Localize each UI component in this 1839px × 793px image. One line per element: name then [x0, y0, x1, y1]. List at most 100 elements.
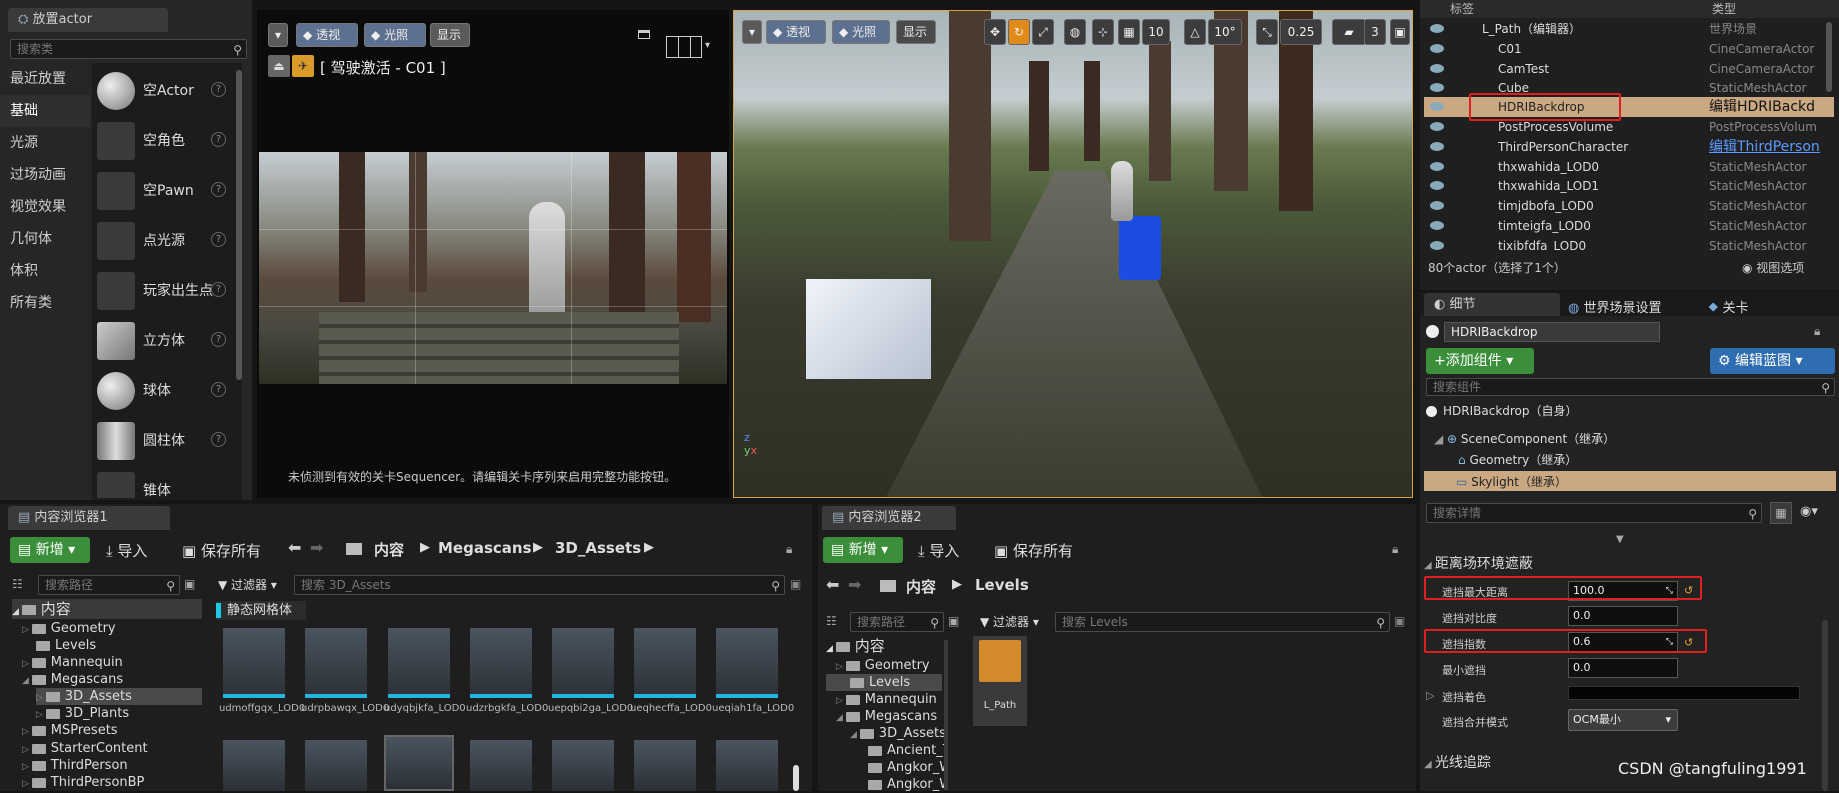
- col-type-header[interactable]: 类型: [1712, 0, 1736, 17]
- asset-thumbnail[interactable]: [552, 740, 614, 791]
- expand-arrow-icon[interactable]: ◢: [850, 730, 860, 740]
- outliner-row[interactable]: thxwahida_LOD1 StaticMeshActor: [1424, 176, 1834, 196]
- layout-grid-icon[interactable]: [666, 36, 702, 58]
- cb2-save-search-icon[interactable]: ▣: [1394, 614, 1405, 628]
- cb2-tree-item-selected[interactable]: Levels: [826, 674, 942, 691]
- category-cinematic[interactable]: 过场动画: [0, 159, 90, 191]
- expand-arrow-icon[interactable]: ▷: [22, 625, 32, 635]
- main-perspective-button[interactable]: ◆ 透视: [766, 20, 826, 44]
- asset-thumbnail[interactable]: [223, 628, 285, 698]
- tab-details[interactable]: ◐ 细节: [1424, 293, 1560, 316]
- rotate-tool-icon[interactable]: ↻: [1008, 19, 1030, 45]
- place-search-input[interactable]: 搜索类 ⚲: [10, 39, 247, 59]
- lock-icon[interactable]: 🔒︎: [1814, 324, 1820, 339]
- cb1-path-save-icon[interactable]: ▣: [184, 577, 195, 591]
- outliner-row[interactable]: timjdbofa_LOD0 StaticMeshActor: [1424, 196, 1834, 216]
- cb1-tree-item[interactable]: ▷ StarterContent: [22, 740, 148, 757]
- scale-snap-icon[interactable]: ⤡: [1256, 19, 1278, 45]
- category-basic[interactable]: 基础: [0, 95, 90, 127]
- tab-place-actors[interactable]: ⛭ 放置actor: [8, 8, 168, 32]
- search-details-input[interactable]: 搜索详情 ⚲: [1426, 503, 1762, 523]
- asset-thumbnail[interactable]: [388, 628, 450, 698]
- cb1-back-icon[interactable]: ⬅: [288, 538, 301, 557]
- cb1-crumb[interactable]: Megascans: [438, 539, 532, 557]
- move-tool-icon[interactable]: ✥: [984, 19, 1006, 45]
- lit-button[interactable]: ◆ 光照: [364, 23, 426, 47]
- world-space-icon[interactable]: ◍: [1064, 19, 1086, 45]
- camera-speed-icon[interactable]: ▰: [1332, 19, 1366, 45]
- property-matrix-icon[interactable]: ▦: [1770, 502, 1792, 524]
- asset-thumbnail[interactable]: [634, 740, 696, 791]
- expand-arrow-icon[interactable]: ▷: [22, 762, 32, 772]
- outliner-row[interactable]: ThirdPersonCharacter 编辑ThirdPerson: [1424, 137, 1834, 157]
- details-scrollbar[interactable]: [1822, 620, 1828, 791]
- visibility-eye-icon[interactable]: [1430, 122, 1444, 131]
- cb1-filter-button[interactable]: ▼ 过滤器 ▾: [218, 576, 277, 593]
- asset-thumbnail[interactable]: [470, 628, 532, 698]
- place-item-sphere[interactable]: 球体?: [95, 368, 235, 412]
- cb1-tree-item[interactable]: ▷ ThirdPersonBP: [22, 774, 144, 791]
- help-icon[interactable]: ?: [211, 332, 226, 347]
- combine-mode-select[interactable]: OCM最小 ▾: [1568, 709, 1678, 731]
- visibility-eye-icon[interactable]: [1430, 64, 1444, 73]
- category-all-classes[interactable]: 所有类: [0, 287, 90, 319]
- cb2-tree-item[interactable]: Ancient_T: [868, 742, 948, 759]
- expand-arrow-icon[interactable]: ◢: [836, 713, 846, 723]
- cb2-path-save-icon[interactable]: ▣: [948, 614, 959, 628]
- perspective-button[interactable]: ◆ 透视: [296, 23, 358, 47]
- cb1-import-button[interactable]: ⤓ 导入: [106, 540, 147, 561]
- expand-arrow-icon[interactable]: ◢: [1434, 432, 1447, 446]
- visibility-eye-icon[interactable]: [1430, 102, 1444, 111]
- outliner-row[interactable]: tixibfdfa_LOD0 StaticMeshActor: [1424, 236, 1834, 251]
- place-item-empty-actor[interactable]: 空Actor?: [95, 68, 235, 112]
- visibility-eye-icon[interactable]: [1430, 201, 1444, 210]
- cb1-forward-icon[interactable]: ➡: [310, 538, 323, 557]
- cb2-crumb[interactable]: 内容: [906, 576, 936, 597]
- cb2-forward-icon[interactable]: ➡: [848, 575, 861, 594]
- visibility-eye-icon[interactable]: [1430, 162, 1444, 171]
- layout-dropdown-icon[interactable]: ▾: [705, 40, 710, 51]
- main-viewport[interactable]: z yx: [733, 10, 1413, 498]
- cb1-tree-item-selected[interactable]: ▷ 3D_Assets: [36, 688, 202, 705]
- help-icon[interactable]: ?: [211, 282, 226, 297]
- asset-thumbnail[interactable]: [223, 740, 285, 791]
- level-asset-tile[interactable]: L_Path: [973, 636, 1027, 726]
- collapse-arrow-icon[interactable]: ▼: [1616, 534, 1624, 545]
- tint-color-swatch[interactable]: [1568, 686, 1800, 700]
- main-lit-button[interactable]: ◆ 光照: [832, 20, 890, 44]
- maximize-viewport-icon[interactable]: ▣: [1390, 19, 1410, 45]
- place-item-cube[interactable]: 立方体?: [95, 318, 235, 362]
- cb1-tree-item[interactable]: ◢ Megascans: [22, 671, 123, 688]
- cb1-asset-scrollbar[interactable]: [793, 765, 799, 791]
- cb1-save-all-button[interactable]: ▣ 保存所有: [182, 540, 261, 561]
- scale-tool-icon[interactable]: ⤢: [1032, 19, 1054, 45]
- show-button[interactable]: 显示: [430, 23, 470, 47]
- add-component-button[interactable]: +添加组件 ▾: [1426, 348, 1534, 374]
- cb2-filter-button[interactable]: ▼ 过滤器 ▾: [980, 613, 1039, 630]
- tab-world-settings[interactable]: ◍ 世界场景设置: [1568, 297, 1662, 316]
- section-distance-field-ao[interactable]: ◢ 距离场环境遮蔽: [1424, 553, 1824, 573]
- expand-arrow-icon[interactable]: ▷: [22, 745, 32, 755]
- cb1-tree-root[interactable]: ◢ 内容: [12, 599, 202, 619]
- cb1-crumb[interactable]: 3D_Assets: [555, 539, 641, 557]
- visibility-eye-icon[interactable]: [1430, 241, 1444, 250]
- expand-arrow-icon[interactable]: ▷: [836, 662, 846, 672]
- visibility-eye-icon[interactable]: [1430, 44, 1444, 53]
- cb2-lock-icon[interactable]: 🔒︎: [1392, 542, 1398, 557]
- outliner-row[interactable]: C01 CineCameraActor: [1424, 39, 1834, 59]
- cb1-search-assets-input[interactable]: 搜索 3D_Assets ⚲: [294, 575, 785, 595]
- viewport-options-button[interactable]: ▾: [268, 23, 288, 47]
- cb1-tree-item[interactable]: ▷ MSPresets: [22, 722, 118, 739]
- cb2-search-assets-input[interactable]: 搜索 Levels ⚲: [1055, 612, 1390, 632]
- cb2-import-button[interactable]: ⤓ 导入: [918, 540, 959, 561]
- rotation-snap-icon[interactable]: △: [1184, 19, 1206, 45]
- cb2-tree-item[interactable]: ◢ Megascans: [836, 708, 937, 725]
- help-icon[interactable]: ?: [211, 232, 226, 247]
- search-components-input[interactable]: 搜索组件 ⚲: [1426, 378, 1835, 396]
- cb2-save-all-button[interactable]: ▣ 保存所有: [994, 540, 1073, 561]
- cb2-tree-item[interactable]: ▷ Geometry: [836, 657, 930, 674]
- cb2-tree-scrollbar[interactable]: [944, 640, 948, 790]
- view-options-button[interactable]: ◉ 视图选项: [1742, 259, 1804, 276]
- cb1-crumb[interactable]: 内容: [374, 539, 404, 560]
- component-row[interactable]: ⌂ Geometry（继承）: [1458, 451, 1577, 468]
